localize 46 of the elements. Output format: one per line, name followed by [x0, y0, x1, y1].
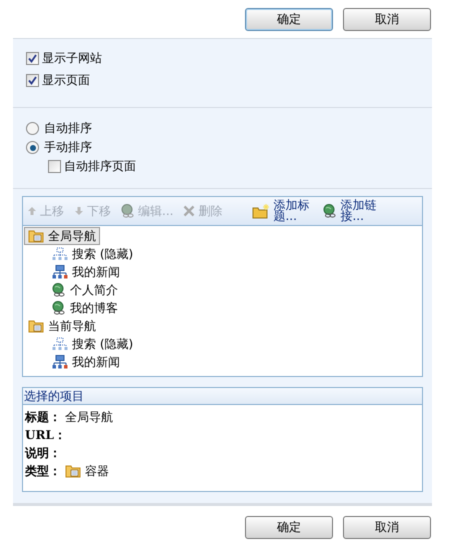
folder-icon: [28, 229, 44, 243]
tree-item[interactable]: 搜索 (隐藏): [48, 335, 138, 353]
new-folder-icon: [252, 204, 270, 218]
field-label: 类型：: [25, 462, 61, 480]
tree-item[interactable]: 我的新闻: [48, 263, 124, 281]
ok-button[interactable]: 确定: [245, 8, 333, 31]
delete-icon: [183, 205, 196, 217]
checkbox[interactable]: [26, 74, 39, 86]
sitemap-icon: [52, 355, 68, 369]
section-header: 选择的项目: [23, 388, 422, 405]
add-heading-button[interactable]: 添加标题...: [252, 200, 314, 222]
ok-button[interactable]: 确定: [245, 516, 333, 539]
checkbox-label: 自动排序页面: [64, 158, 136, 175]
globe-link-icon: [121, 204, 135, 218]
tree-item[interactable]: 我的新闻: [48, 353, 124, 371]
arrow-down-icon: [74, 206, 84, 216]
tree-item[interactable]: 个人简介: [48, 281, 122, 299]
folder-icon: [28, 319, 44, 333]
checkbox[interactable]: [26, 52, 39, 64]
tree-item[interactable]: 当前导航: [24, 317, 100, 335]
sitemap-icon: [52, 247, 68, 261]
cancel-button[interactable]: 取消: [343, 516, 431, 539]
radio-button[interactable]: [26, 141, 39, 154]
globe-link-icon: [323, 204, 338, 218]
tree-item[interactable]: 我的博客: [48, 299, 122, 317]
checkbox-label: 显示子网站: [42, 50, 102, 66]
cancel-button[interactable]: 取消: [343, 8, 431, 31]
arrow-up-icon: [27, 206, 37, 216]
field-label: 说明：: [25, 444, 61, 462]
field-label: URL：: [25, 426, 66, 444]
sitemap-icon: [52, 337, 68, 351]
field-value: 容器: [85, 462, 109, 480]
globe-link-icon: [52, 301, 66, 315]
globe-link-icon: [52, 283, 66, 297]
add-link-button[interactable]: 添加链接...: [323, 200, 380, 222]
field-label: 标题：: [25, 408, 61, 426]
tree-item[interactable]: 搜索 (隐藏): [48, 245, 138, 263]
field-value: 全局导航: [65, 408, 113, 426]
radio-label: 自动排序: [44, 120, 92, 137]
radio-button[interactable]: [26, 122, 39, 135]
tree-item[interactable]: 全局导航: [24, 227, 100, 245]
checkbox-label: 显示页面: [42, 72, 90, 88]
folder-icon: [65, 464, 81, 478]
sitemap-icon: [52, 265, 68, 279]
checkbox[interactable]: [48, 160, 61, 173]
radio-label: 手动排序: [44, 139, 92, 156]
